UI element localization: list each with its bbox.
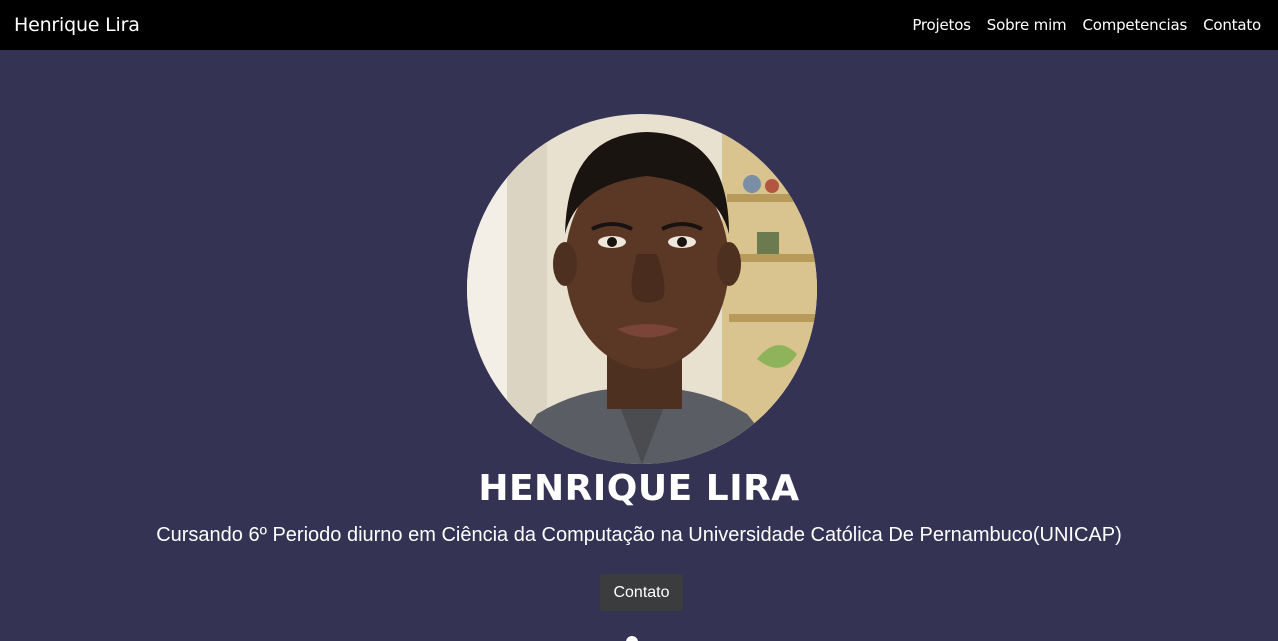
- nav-links: Projetos Sobre mim Competencias Contato: [896, 16, 1261, 34]
- profile-photo: [467, 114, 817, 464]
- hero-name: HENRIQUE LIRA: [478, 468, 800, 509]
- profile-photo-image: [467, 114, 817, 464]
- navbar: Henrique Lira Projetos Sobre mim Compete…: [0, 0, 1278, 50]
- nav-link-contato[interactable]: Contato: [1203, 16, 1261, 34]
- nav-link-projetos[interactable]: Projetos: [912, 16, 971, 34]
- nav-link-competencias[interactable]: Competencias: [1082, 16, 1187, 34]
- contact-button[interactable]: Contato: [600, 574, 683, 611]
- brand-link[interactable]: Henrique Lira: [14, 14, 140, 36]
- scroll-indicator: [626, 636, 638, 641]
- hero-subtitle: Cursando 6º Periodo diurno em Ciência da…: [156, 524, 1122, 546]
- nav-link-sobre-mim[interactable]: Sobre mim: [987, 16, 1067, 34]
- hero-section: HENRIQUE LIRA Cursando 6º Periodo diurno…: [0, 50, 1278, 641]
